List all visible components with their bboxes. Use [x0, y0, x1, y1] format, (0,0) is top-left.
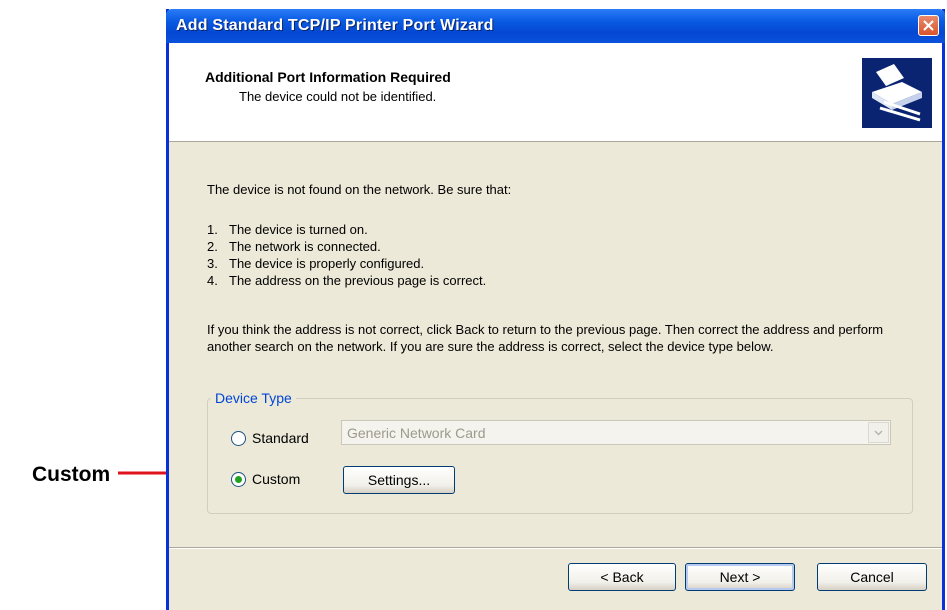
close-icon — [923, 20, 934, 31]
window-title: Add Standard TCP/IP Printer Port Wizard — [176, 17, 494, 34]
standard-radio[interactable] — [231, 431, 246, 446]
close-button[interactable] — [918, 15, 939, 36]
intro-text: The device is not found on the network. … — [207, 182, 512, 197]
chevron-down-icon — [868, 422, 889, 443]
printer-icon — [862, 58, 932, 128]
footer-separator — [169, 547, 942, 549]
wizard-header: Additional Port Information Required The… — [169, 43, 942, 142]
instruction-paragraph: If you think the address is not correct,… — [207, 322, 884, 354]
next-button[interactable]: Next > — [685, 563, 795, 591]
list-item: 3. The device is properly configured. — [207, 256, 425, 271]
standard-device-select-value: Generic Network Card — [347, 425, 486, 441]
standard-radio-label[interactable]: Standard — [252, 430, 309, 446]
device-type-group — [207, 398, 913, 514]
title-bar[interactable]: Add Standard TCP/IP Printer Port Wizard — [166, 9, 945, 43]
settings-button[interactable]: Settings... — [343, 466, 455, 494]
header-subtitle: The device could not be identified. — [239, 89, 437, 104]
wizard-window: Add Standard TCP/IP Printer Port Wizard … — [166, 9, 945, 610]
list-item: 2. The network is connected. — [207, 239, 381, 254]
list-item: 1. The device is turned on. — [207, 222, 368, 237]
device-type-legend: Device Type — [211, 390, 296, 406]
standard-device-select: Generic Network Card — [341, 420, 891, 445]
checklist: 1. The device is turned on. 2. The network… — [207, 221, 486, 289]
callout-label: Custom — [32, 463, 111, 486]
list-item: 4. The address on the previous page is co… — [207, 273, 487, 288]
custom-radio[interactable] — [231, 472, 246, 487]
custom-radio-label[interactable]: Custom — [252, 471, 300, 487]
header-title: Additional Port Information Required — [205, 69, 451, 85]
back-button[interactable]: < Back — [568, 563, 676, 591]
cancel-button[interactable]: Cancel — [817, 563, 927, 591]
